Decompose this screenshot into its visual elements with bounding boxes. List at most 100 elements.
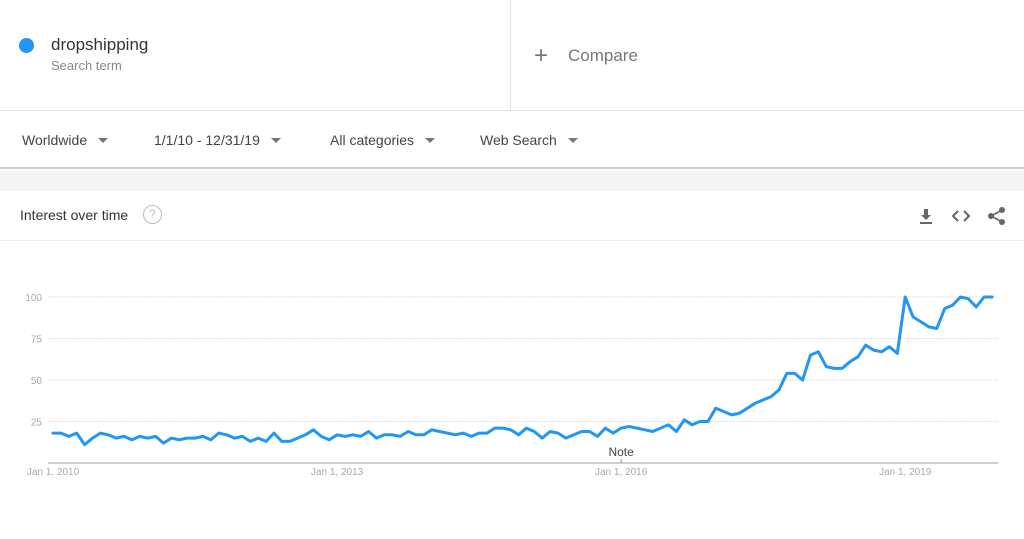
data-point[interactable] (620, 427, 623, 430)
data-point[interactable] (714, 407, 717, 410)
data-point[interactable] (399, 435, 402, 438)
data-point[interactable] (422, 433, 425, 436)
data-point[interactable] (628, 425, 631, 428)
data-point[interactable] (896, 352, 899, 355)
data-point[interactable] (888, 345, 891, 348)
data-point[interactable] (564, 437, 567, 440)
data-point[interactable] (320, 435, 323, 438)
data-point[interactable] (201, 435, 204, 438)
data-point[interactable] (391, 433, 394, 436)
data-point[interactable] (367, 430, 370, 433)
data-point[interactable] (659, 427, 662, 430)
data-point[interactable] (848, 360, 851, 363)
location-filter[interactable]: Worldwide (22, 132, 109, 148)
data-point[interactable] (430, 428, 433, 431)
data-point[interactable] (541, 437, 544, 440)
data-point[interactable] (801, 379, 804, 382)
data-point[interactable] (991, 296, 994, 299)
search-term-name[interactable]: dropshipping (51, 35, 148, 55)
data-point[interactable] (604, 427, 607, 430)
data-point[interactable] (533, 430, 536, 433)
data-point[interactable] (509, 428, 512, 431)
data-point[interactable] (438, 430, 441, 433)
data-point[interactable] (722, 410, 725, 413)
data-point[interactable] (738, 412, 741, 415)
data-point[interactable] (864, 344, 867, 347)
data-point[interactable] (217, 432, 220, 435)
data-point[interactable] (470, 435, 473, 438)
data-point[interactable] (699, 420, 702, 423)
share-icon[interactable] (986, 205, 1008, 227)
data-point[interactable] (375, 437, 378, 440)
compare-button[interactable]: + Compare (534, 44, 638, 68)
data-point[interactable] (785, 372, 788, 375)
data-point[interactable] (856, 355, 859, 358)
data-point[interactable] (817, 350, 820, 353)
data-point[interactable] (651, 430, 654, 433)
data-point[interactable] (809, 354, 812, 357)
data-point[interactable] (580, 430, 583, 433)
data-point[interactable] (612, 432, 615, 435)
data-point[interactable] (257, 437, 260, 440)
data-point[interactable] (706, 420, 709, 423)
data-point[interactable] (249, 440, 252, 443)
data-point[interactable] (265, 440, 268, 443)
data-point[interactable] (186, 437, 189, 440)
data-point[interactable] (643, 428, 646, 431)
data-point[interactable] (872, 349, 875, 352)
data-point[interactable] (296, 437, 299, 440)
data-point[interactable] (557, 432, 560, 435)
data-point[interactable] (833, 367, 836, 370)
data-point[interactable] (485, 432, 488, 435)
data-point[interactable] (343, 435, 346, 438)
data-point[interactable] (683, 418, 686, 421)
data-point[interactable] (162, 442, 165, 445)
data-point[interactable] (280, 440, 283, 443)
data-point[interactable] (288, 440, 291, 443)
data-point[interactable] (667, 423, 670, 426)
data-point[interactable] (975, 305, 978, 308)
help-icon[interactable]: ? (143, 205, 162, 224)
data-point[interactable] (951, 304, 954, 307)
data-point[interactable] (83, 443, 86, 446)
data-point[interactable] (596, 435, 599, 438)
data-point[interactable] (754, 402, 757, 405)
data-point[interactable] (123, 435, 126, 438)
data-point[interactable] (549, 430, 552, 433)
data-point[interactable] (880, 350, 883, 353)
data-point[interactable] (99, 432, 102, 435)
data-point[interactable] (959, 296, 962, 299)
data-point[interactable] (383, 433, 386, 436)
search-term-card[interactable]: dropshipping Search term (0, 0, 511, 111)
data-point[interactable] (304, 433, 307, 436)
data-point[interactable] (777, 388, 780, 391)
data-point[interactable] (414, 433, 417, 436)
data-point[interactable] (209, 438, 212, 441)
data-point[interactable] (493, 427, 496, 430)
data-point[interactable] (462, 432, 465, 435)
data-point[interactable] (730, 413, 733, 416)
data-point[interactable] (115, 437, 118, 440)
data-point[interactable] (454, 433, 457, 436)
data-point[interactable] (517, 433, 520, 436)
data-point[interactable] (635, 427, 638, 430)
data-point[interactable] (572, 433, 575, 436)
search-type-filter[interactable]: Web Search (480, 132, 578, 148)
data-point[interactable] (501, 427, 504, 430)
data-point[interactable] (241, 435, 244, 438)
data-point[interactable] (351, 433, 354, 436)
data-point[interactable] (146, 437, 149, 440)
data-point[interactable] (272, 432, 275, 435)
date-range-filter[interactable]: 1/1/10 - 12/31/19 (154, 132, 281, 148)
data-point[interactable] (762, 398, 765, 401)
data-point[interactable] (904, 296, 907, 299)
data-point[interactable] (233, 437, 236, 440)
data-point[interactable] (793, 372, 796, 375)
data-point[interactable] (841, 367, 844, 370)
data-point[interactable] (770, 395, 773, 398)
data-point[interactable] (983, 296, 986, 299)
data-point[interactable] (91, 437, 94, 440)
data-point[interactable] (912, 315, 915, 318)
data-point[interactable] (691, 423, 694, 426)
data-point[interactable] (328, 438, 331, 441)
